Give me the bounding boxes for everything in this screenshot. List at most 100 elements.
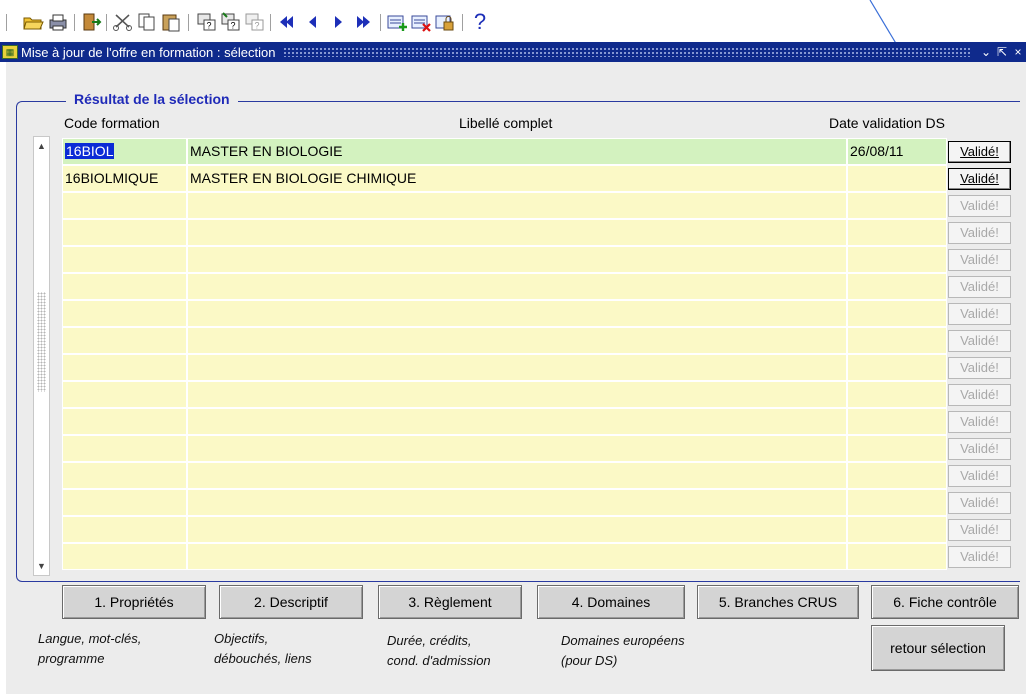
code-cell[interactable] [62, 354, 187, 381]
date-cell[interactable] [847, 273, 947, 300]
libelle-cell[interactable] [187, 327, 847, 354]
libelle-cell[interactable] [187, 489, 847, 516]
help-icon[interactable]: ? [469, 11, 491, 33]
code-cell[interactable] [62, 381, 187, 408]
date-cell[interactable] [847, 246, 947, 273]
query-enter-icon[interactable]: ? [196, 11, 218, 33]
libelle-cell[interactable] [187, 300, 847, 327]
libelle-cell[interactable] [187, 408, 847, 435]
date-cell[interactable] [847, 219, 947, 246]
libelle-cell[interactable] [187, 192, 847, 219]
date-cell[interactable] [847, 489, 947, 516]
print-icon[interactable] [47, 11, 69, 33]
table-row[interactable]: Validé! [62, 300, 1016, 327]
code-cell[interactable] [62, 192, 187, 219]
libelle-cell[interactable]: MASTER EN BIOLOGIE [187, 138, 847, 165]
table-row[interactable]: Validé! [62, 354, 1016, 381]
code-cell[interactable] [62, 300, 187, 327]
code-cell[interactable] [62, 219, 187, 246]
table-row[interactable]: Validé! [62, 543, 1016, 570]
libelle-cell[interactable] [187, 246, 847, 273]
last-record-icon[interactable] [352, 11, 374, 33]
previous-record-icon[interactable] [302, 11, 324, 33]
date-cell[interactable] [847, 192, 947, 219]
code-cell[interactable] [62, 408, 187, 435]
code-cell[interactable] [62, 327, 187, 354]
date-cell[interactable] [847, 354, 947, 381]
toolbar-separator [462, 14, 463, 31]
minimize-window-icon[interactable]: ⌄ [978, 44, 994, 60]
libelle-cell[interactable] [187, 273, 847, 300]
fiche-controle-button[interactable]: 6. Fiche contrôle [871, 585, 1019, 619]
retour-selection-button[interactable]: retour sélection [871, 625, 1005, 671]
code-cell[interactable] [62, 246, 187, 273]
table-row[interactable]: Validé! [62, 435, 1016, 462]
code-cell[interactable] [62, 489, 187, 516]
date-cell[interactable] [847, 516, 947, 543]
query-execute-icon[interactable]: ? [220, 11, 242, 33]
date-cell[interactable] [847, 462, 947, 489]
paste-icon[interactable] [160, 11, 182, 33]
vertical-scrollbar[interactable]: ▲ ▼ [33, 136, 50, 576]
first-record-icon[interactable] [276, 11, 298, 33]
libelle-cell[interactable] [187, 354, 847, 381]
maximize-window-icon[interactable]: ⇱ [994, 44, 1010, 60]
code-cell[interactable] [62, 273, 187, 300]
next-record-icon[interactable] [327, 11, 349, 33]
open-folder-icon[interactable] [22, 11, 44, 33]
code-cell[interactable] [62, 435, 187, 462]
table-row[interactable]: 16BIOLMIQUE MASTER EN BIOLOGIE CHIMIQUE Va… [62, 165, 1016, 192]
libelle-cell[interactable] [187, 381, 847, 408]
code-cell[interactable] [62, 516, 187, 543]
reglement-button[interactable]: 3. Règlement [378, 585, 522, 619]
date-cell[interactable] [847, 381, 947, 408]
date-cell[interactable]: 26/08/11 [847, 138, 947, 165]
libelle-cell[interactable] [187, 516, 847, 543]
table-row[interactable]: Validé! [62, 246, 1016, 273]
valide-button[interactable]: Validé! [948, 168, 1011, 190]
libelle-cell[interactable] [187, 219, 847, 246]
scroll-down-icon[interactable]: ▼ [35, 559, 48, 573]
descriptif-button[interactable]: 2. Descriptif [219, 585, 363, 619]
copy-icon[interactable] [136, 11, 158, 33]
date-cell[interactable] [847, 435, 947, 462]
lock-record-icon[interactable] [434, 11, 456, 33]
code-cell[interactable] [62, 462, 187, 489]
libelle-cell[interactable] [187, 543, 847, 570]
table-row[interactable]: Validé! [62, 327, 1016, 354]
cut-icon[interactable] [112, 11, 134, 33]
libelle-cell[interactable] [187, 435, 847, 462]
app-form-icon: ▦ [2, 45, 18, 59]
date-cell[interactable] [847, 327, 947, 354]
exit-door-icon[interactable] [80, 11, 102, 33]
date-cell[interactable] [847, 408, 947, 435]
proprietes-button[interactable]: 1. Propriétés [62, 585, 206, 619]
table-row[interactable]: Validé! [62, 516, 1016, 543]
table-row[interactable]: Validé! [62, 219, 1016, 246]
table-row[interactable]: 16BIOL MASTER EN BIOLOGIE 26/08/11 Validé! [62, 138, 1016, 165]
branches-crus-button[interactable]: 5. Branches CRUS [697, 585, 859, 619]
table-row[interactable]: Validé! [62, 408, 1016, 435]
code-cell[interactable]: 16BIOL [62, 138, 187, 165]
close-window-icon[interactable]: × [1010, 44, 1026, 60]
scrollbar-grip[interactable] [37, 292, 46, 392]
valide-button[interactable]: Validé! [948, 141, 1011, 163]
table-row[interactable]: Validé! [62, 489, 1016, 516]
domaines-button[interactable]: 4. Domaines [537, 585, 685, 619]
table-row[interactable]: Validé! [62, 462, 1016, 489]
date-cell[interactable] [847, 300, 947, 327]
code-cell[interactable] [62, 543, 187, 570]
libelle-cell[interactable] [187, 462, 847, 489]
scroll-up-icon[interactable]: ▲ [35, 139, 48, 153]
delete-record-icon[interactable] [410, 11, 432, 33]
query-cancel-icon[interactable]: ? [244, 11, 266, 33]
table-row[interactable]: Validé! [62, 381, 1016, 408]
code-cell[interactable]: 16BIOLMIQUE [62, 165, 187, 192]
table-row[interactable]: Validé! [62, 192, 1016, 219]
date-cell[interactable] [847, 543, 947, 570]
window-title-bar: ▦ Mise à jour de l'offre en formation : … [0, 42, 1026, 62]
libelle-cell[interactable]: MASTER EN BIOLOGIE CHIMIQUE [187, 165, 847, 192]
insert-record-icon[interactable] [386, 11, 408, 33]
date-cell[interactable] [847, 165, 947, 192]
table-row[interactable]: Validé! [62, 273, 1016, 300]
